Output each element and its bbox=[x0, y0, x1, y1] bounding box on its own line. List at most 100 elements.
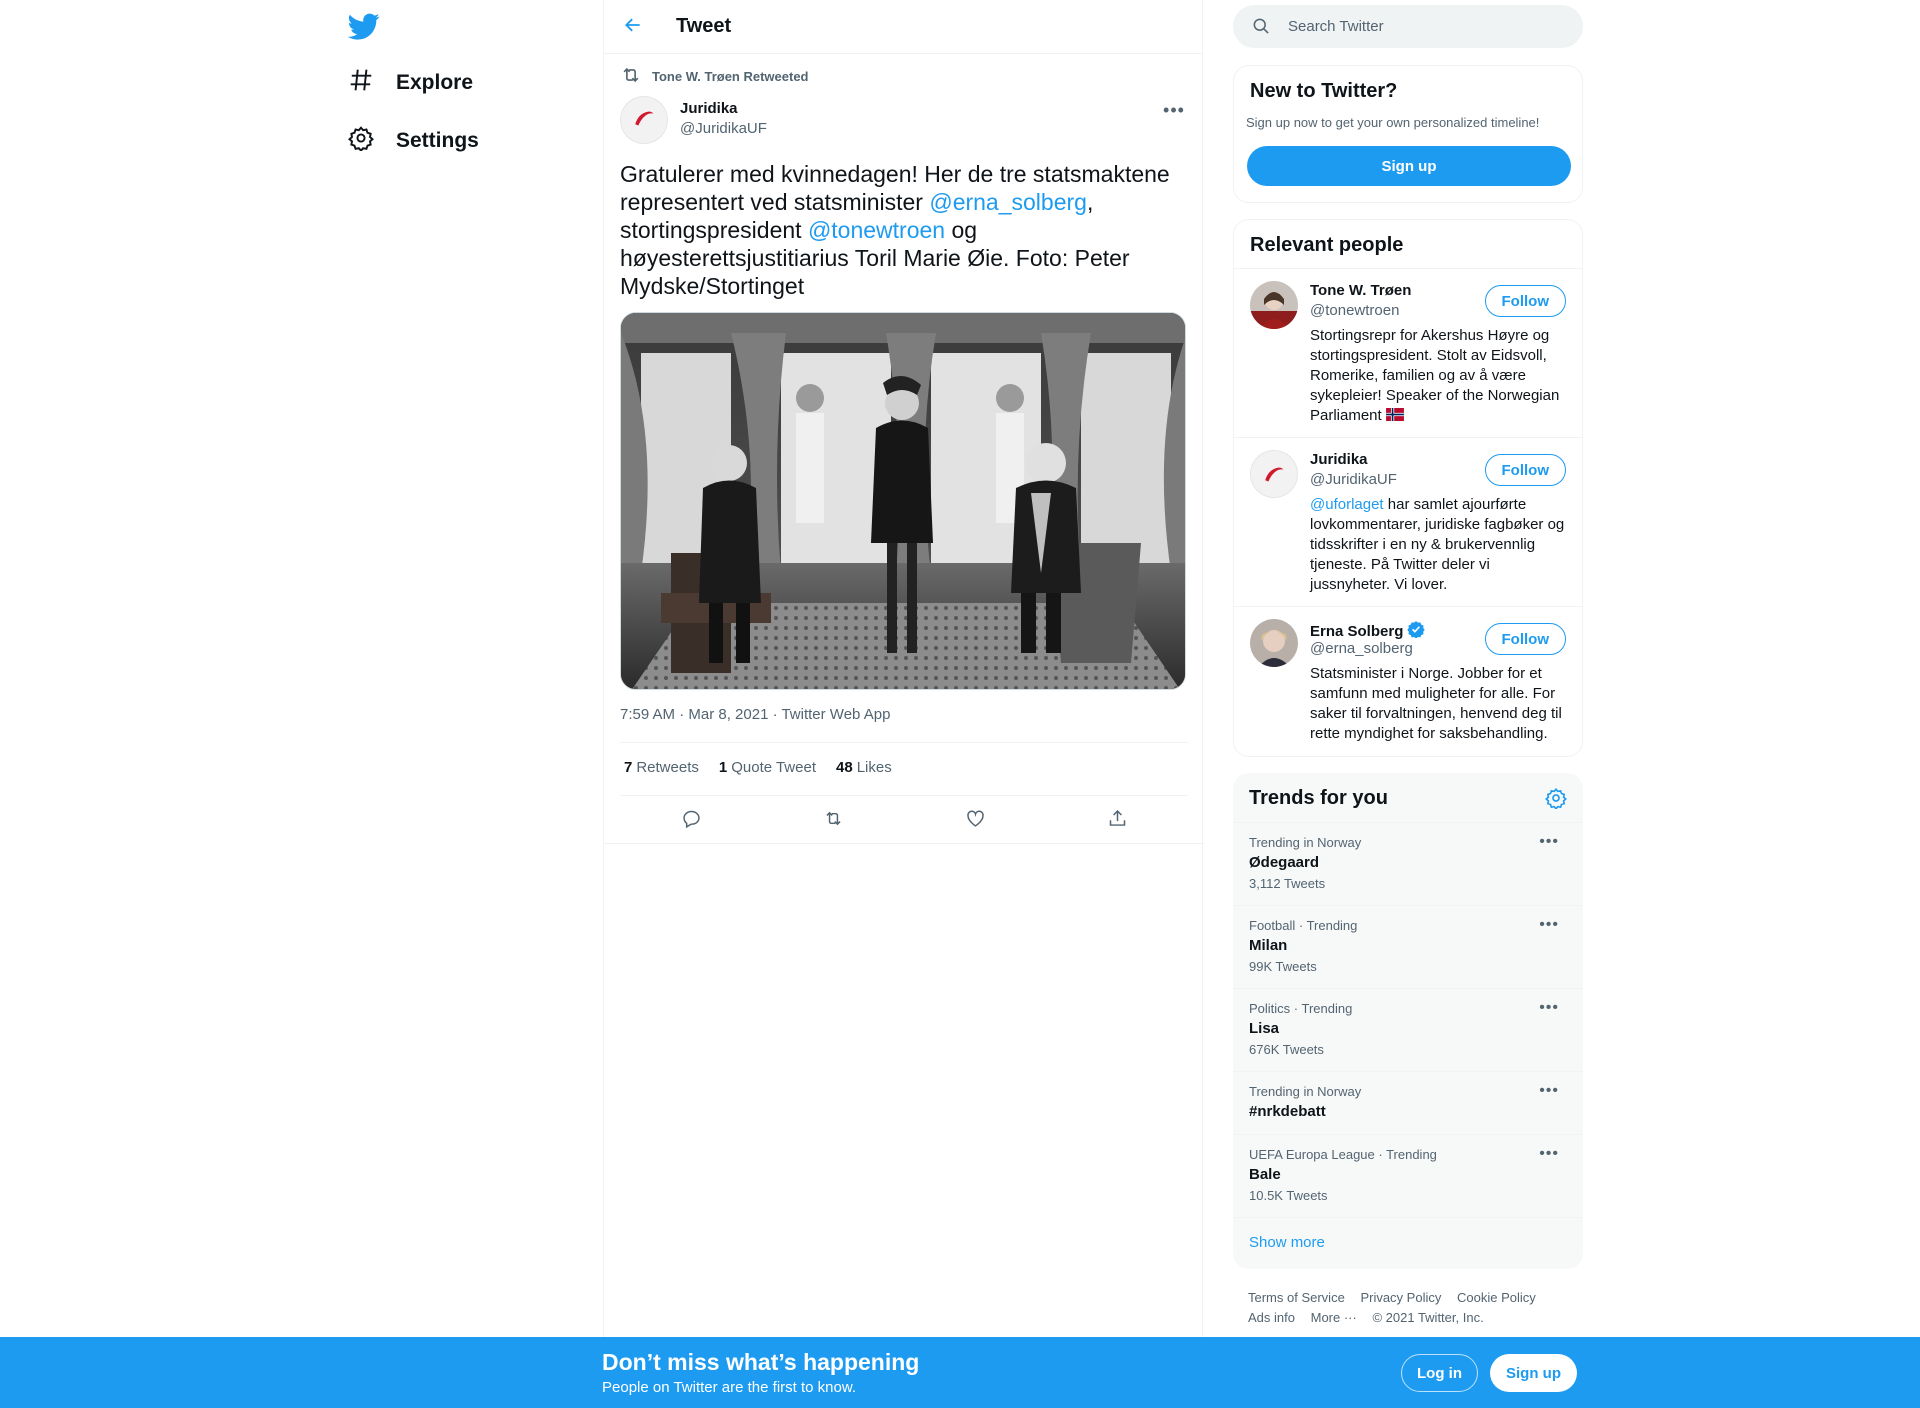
person-item[interactable]: Tone W. Trøen @tonewtroen Follow Stortin… bbox=[1234, 268, 1582, 437]
tweet-actions bbox=[620, 800, 1188, 842]
trend-name: Bale bbox=[1249, 1166, 1281, 1183]
person-handle[interactable]: @erna_solberg bbox=[1310, 640, 1413, 657]
mention-link[interactable]: @tonewtroen bbox=[808, 217, 945, 243]
more-horizontal-icon: ••• bbox=[1163, 99, 1185, 120]
follow-button[interactable]: Follow bbox=[1484, 454, 1566, 486]
avatar[interactable] bbox=[1250, 281, 1298, 329]
follow-button[interactable]: Follow bbox=[1484, 623, 1566, 655]
nav-settings[interactable]: Settings bbox=[348, 121, 479, 161]
person-bio-text: Stortingsrepr for Akershus Høyre og stor… bbox=[1310, 327, 1560, 424]
tweet-text: Gratulerer med kvinnedagen! Her de tre s… bbox=[620, 160, 1190, 300]
log-in-button[interactable]: Log in bbox=[1401, 1354, 1478, 1392]
gear-icon bbox=[348, 125, 374, 157]
trend-context: Football · Trending bbox=[1249, 918, 1358, 933]
trend-item[interactable]: UEFA Europa League · Trending Bale 10.5K… bbox=[1233, 1134, 1583, 1217]
mention-link[interactable]: @erna_solberg bbox=[929, 189, 1087, 215]
more-horizontal-icon[interactable]: ••• bbox=[1539, 833, 1559, 851]
person-name-text: Erna Solberg bbox=[1310, 622, 1404, 640]
person-item[interactable]: Juridika @JuridikaUF Follow @uforlaget h… bbox=[1234, 437, 1582, 606]
privacy-link[interactable]: Privacy Policy bbox=[1360, 1290, 1441, 1305]
person-name[interactable]: Juridika bbox=[1310, 451, 1368, 468]
sign-up-button[interactable]: Sign up bbox=[1247, 146, 1571, 186]
trend-item[interactable]: Football · Trending Milan 99K Tweets ••• bbox=[1233, 905, 1583, 988]
nav-explore-label: Explore bbox=[396, 71, 474, 94]
person-bio: Stortingsrepr for Akershus Høyre og stor… bbox=[1310, 326, 1572, 426]
trend-name: Milan bbox=[1249, 937, 1288, 954]
trend-name: Lisa bbox=[1249, 1020, 1280, 1037]
footer-links: Terms of Service Privacy Policy Cookie P… bbox=[1248, 1288, 1578, 1328]
trend-context: UEFA Europa League · Trending bbox=[1249, 1147, 1437, 1162]
banner-sign-up-button[interactable]: Sign up bbox=[1490, 1354, 1577, 1392]
person-item[interactable]: Erna Solberg @erna_solberg Follow Statsm… bbox=[1234, 606, 1582, 756]
trend-item[interactable]: Trending in Norway #nrkdebatt ••• bbox=[1233, 1071, 1583, 1134]
trend-count: 99K Tweets bbox=[1249, 959, 1317, 974]
trend-item[interactable]: Trending in Norway Ødegaard 3,112 Tweets… bbox=[1233, 822, 1583, 905]
person-handle[interactable]: @JuridikaUF bbox=[1310, 471, 1397, 488]
likes-stat[interactable]: 48 Likes bbox=[836, 759, 892, 776]
more-horizontal-icon[interactable]: ••• bbox=[1539, 916, 1559, 934]
avatar[interactable] bbox=[1250, 619, 1298, 667]
trends-settings-button[interactable] bbox=[1545, 787, 1567, 810]
search-input[interactable] bbox=[1288, 5, 1568, 48]
person-name-text: Tone W. Trøen bbox=[1310, 282, 1412, 299]
copyright: © 2021 Twitter, Inc. bbox=[1372, 1310, 1484, 1325]
search-box[interactable] bbox=[1233, 5, 1583, 48]
page-title: Tweet bbox=[676, 15, 732, 37]
tweet-photo[interactable] bbox=[620, 312, 1186, 690]
tweet-header: Tweet bbox=[604, 0, 1202, 54]
person-bio: Statsminister i Norge. Jobber for et sam… bbox=[1310, 664, 1572, 744]
more-horizontal-icon[interactable]: ••• bbox=[1539, 999, 1559, 1017]
person-name[interactable]: Tone W. Trøen bbox=[1310, 282, 1411, 299]
trend-count: 676K Tweets bbox=[1249, 1042, 1324, 1057]
norway-flag-icon bbox=[1385, 407, 1404, 424]
author-name[interactable]: Juridika bbox=[680, 100, 738, 117]
more-options-button[interactable]: ••• bbox=[1162, 98, 1186, 122]
trend-count: 3,112 Tweets bbox=[1249, 876, 1326, 891]
arrow-left-icon bbox=[623, 15, 643, 40]
retweet-button[interactable] bbox=[817, 805, 849, 837]
more-link[interactable]: More ··· bbox=[1311, 1310, 1357, 1325]
reply-button[interactable] bbox=[675, 805, 707, 837]
nav-explore[interactable]: Explore bbox=[348, 63, 473, 103]
retweet-context[interactable]: Tone W. Trøen Retweeted bbox=[620, 64, 809, 89]
person-bio: @uforlaget har samlet ajourførte lovkomm… bbox=[1310, 495, 1572, 595]
person-name[interactable]: Erna Solberg bbox=[1310, 620, 1426, 642]
quotes-count: 1 bbox=[718, 759, 728, 776]
hashtag-icon bbox=[348, 67, 374, 99]
show-more-link[interactable]: Show more bbox=[1249, 1234, 1325, 1251]
verified-badge-icon bbox=[1407, 620, 1426, 642]
avatar[interactable] bbox=[1250, 450, 1298, 498]
more-horizontal-icon[interactable]: ••• bbox=[1539, 1145, 1559, 1163]
likes-count: 48 bbox=[836, 759, 853, 776]
person-name-text: Juridika bbox=[1310, 451, 1368, 468]
trend-item[interactable]: Politics · Trending Lisa 676K Tweets ••• bbox=[1233, 988, 1583, 1071]
terms-link[interactable]: Terms of Service bbox=[1248, 1290, 1345, 1305]
twitter-bird-icon[interactable] bbox=[347, 10, 380, 42]
share-icon bbox=[1107, 808, 1128, 834]
like-button[interactable] bbox=[959, 805, 991, 837]
signup-banner: Don’t miss what’s happening People on Tw… bbox=[0, 1337, 1920, 1408]
quote-tweets-stat[interactable]: 1 Quote Tweet bbox=[719, 759, 816, 776]
retweets-stat[interactable]: 7 Retweets bbox=[624, 759, 699, 776]
relevant-people-card: Relevant people Tone W. Trøen @tonewtroe… bbox=[1233, 219, 1583, 757]
more-horizontal-icon[interactable]: ••• bbox=[1539, 1082, 1559, 1100]
author-avatar[interactable] bbox=[620, 96, 668, 144]
tweet-timestamp[interactable]: 7:59 AM · Mar 8, 2021 · Twitter Web App bbox=[620, 706, 890, 723]
retweeted-by-label: Tone W. Trøen Retweeted bbox=[652, 69, 809, 84]
person-handle[interactable]: @tonewtroen bbox=[1310, 302, 1399, 319]
author-handle[interactable]: @JuridikaUF bbox=[680, 120, 767, 137]
retweets-count: 7 bbox=[624, 759, 633, 776]
follow-button[interactable]: Follow bbox=[1484, 285, 1566, 317]
likes-label: Likes bbox=[856, 759, 892, 776]
back-button[interactable] bbox=[618, 12, 648, 42]
juridika-logo-icon bbox=[629, 103, 659, 138]
share-button[interactable] bbox=[1101, 805, 1133, 837]
ads-info-link[interactable]: Ads info bbox=[1248, 1310, 1295, 1325]
gear-icon bbox=[1545, 788, 1567, 813]
trend-context: Politics · Trending bbox=[1249, 1001, 1353, 1016]
trend-context: Trending in Norway bbox=[1249, 835, 1362, 850]
retweet-icon bbox=[620, 64, 642, 89]
mention-link[interactable]: @uforlaget bbox=[1310, 496, 1384, 513]
cookie-link[interactable]: Cookie Policy bbox=[1457, 1290, 1536, 1305]
reply-icon bbox=[681, 808, 702, 834]
